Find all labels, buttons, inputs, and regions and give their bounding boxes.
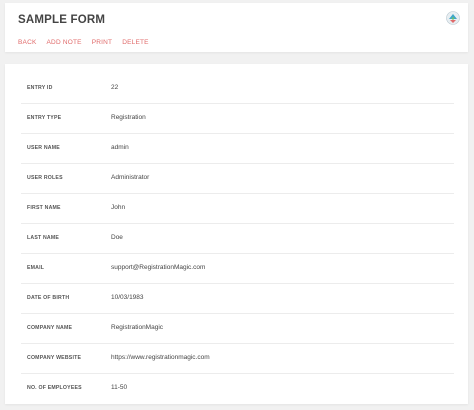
field-row-user-name: USER NAME admin: [21, 134, 454, 164]
field-row-entry-type: ENTRY TYPE Registration: [21, 104, 454, 134]
field-label: COMPANY NAME: [27, 325, 73, 331]
field-row-user-roles: USER ROLES Administrator: [21, 164, 454, 194]
back-link[interactable]: BACK: [18, 39, 37, 46]
field-value: 10/03/1983: [111, 294, 144, 301]
field-label: COMPANY WEBSITE: [27, 355, 82, 361]
field-value: admin: [111, 144, 129, 151]
field-value: RegistrationMagic: [111, 324, 164, 331]
field-label: ENTRY ID: [27, 85, 53, 91]
field-row-entry-id: ENTRY ID 22: [21, 74, 454, 104]
delete-link[interactable]: DELETE: [122, 39, 149, 46]
field-list: ENTRY ID 22 ENTRY TYPE Registration USER…: [21, 74, 454, 403]
field-row-company-name: COMPANY NAME RegistrationMagic: [21, 314, 454, 344]
field-row-date-of-birth: DATE OF BIRTH 10/03/1983: [21, 284, 454, 314]
add-note-link[interactable]: ADD NOTE: [47, 39, 82, 46]
field-label: USER ROLES: [27, 175, 63, 181]
field-row-email: EMAIL support@RegistrationMagic.com: [21, 254, 454, 284]
field-row-company-website: COMPANY WEBSITE https://www.registration…: [21, 344, 454, 374]
field-row-last-name: LAST NAME Doe: [21, 224, 454, 254]
field-row-no-of-employees: NO. OF EMPLOYEES 11-50: [21, 374, 454, 403]
field-label: ENTRY TYPE: [27, 115, 62, 121]
field-label: LAST NAME: [27, 235, 60, 241]
page-title: SAMPLE FORM: [18, 14, 106, 26]
field-label: DATE OF BIRTH: [27, 295, 70, 301]
entry-details-card: ENTRY ID 22 ENTRY TYPE Registration USER…: [5, 64, 468, 404]
action-toolbar: BACK ADD NOTE PRINT DELETE: [18, 39, 149, 46]
field-label: USER NAME: [27, 145, 60, 151]
field-label: FIRST NAME: [27, 205, 61, 211]
field-label: EMAIL: [27, 265, 45, 271]
field-label: NO. OF EMPLOYEES: [27, 385, 82, 391]
field-value: 11-50: [111, 384, 128, 391]
field-value: support@RegistrationMagic.com: [111, 264, 206, 271]
header-card: SAMPLE FORM BACK ADD NOTE PRINT DELETE: [5, 3, 468, 52]
field-value: Administrator: [111, 174, 150, 181]
field-value: 22: [111, 84, 119, 91]
field-value: John: [111, 204, 126, 211]
print-link[interactable]: PRINT: [92, 39, 113, 46]
field-value: Doe: [111, 234, 123, 241]
registrationmagic-logo-icon: [446, 11, 460, 25]
field-row-first-name: FIRST NAME John: [21, 194, 454, 224]
field-value: https://www.registrationmagic.com: [111, 354, 210, 361]
field-value: Registration: [111, 114, 146, 121]
